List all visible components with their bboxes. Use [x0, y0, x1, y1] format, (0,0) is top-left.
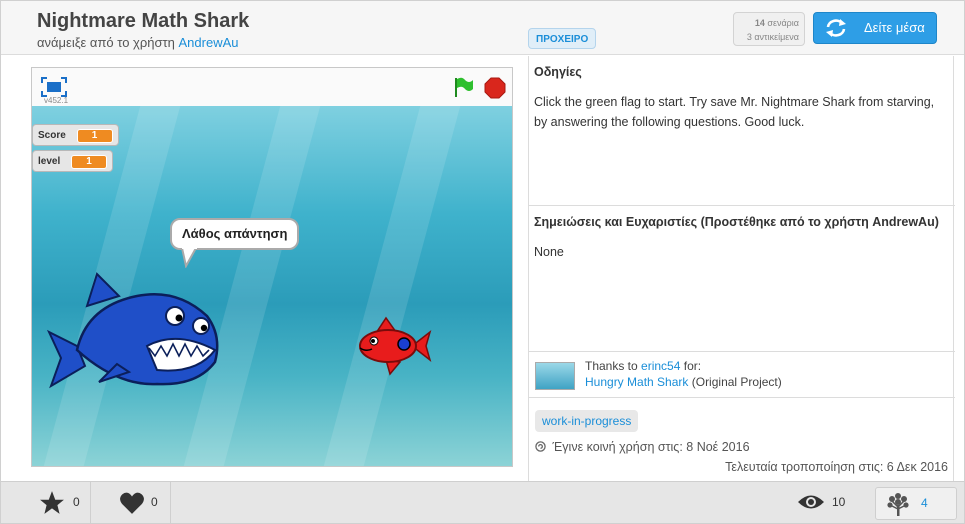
- original-project-link[interactable]: Hungry Math Shark: [585, 375, 688, 389]
- monitor-label: level: [38, 156, 61, 167]
- author-link[interactable]: AndrewAu: [179, 35, 239, 50]
- instructions-text: Click the green flag to start. Try save …: [534, 95, 935, 129]
- shared-date-text: Έγινε κοινή χρήση στις: 8 Νοέ 2016: [552, 440, 750, 454]
- light-ray: [323, 106, 461, 466]
- original-author-link[interactable]: erinc54: [641, 359, 680, 373]
- byline-prefix: ανάμειξε από το χρήστη: [37, 35, 175, 50]
- tag-work-in-progress[interactable]: work-in-progress: [535, 410, 639, 432]
- project-stats-bar: 0 0 10 4: [1, 481, 964, 524]
- notes-section: Σημειώσεις και Ευχαριστίες (Προστέθηκε α…: [529, 206, 955, 352]
- level-monitor: level 1: [32, 150, 114, 172]
- scripts-label: σενάρια: [767, 18, 799, 28]
- favorite-button[interactable]: 0: [1, 482, 91, 524]
- remix-credit: Thanks to erinc54 for: Hungry Math Shark…: [529, 352, 955, 398]
- instructions-heading: Οδηγίες: [534, 65, 582, 79]
- remix-tree-icon: [887, 493, 909, 516]
- stop-icon[interactable]: [484, 77, 506, 99]
- views-count: 10: [832, 495, 846, 509]
- project-player: v452.1 Score 1 level 1 Λάθος απάντηση: [31, 67, 513, 467]
- shared-date: Έγινε κοινή χρήση στις: 8 Νοέ 2016: [535, 440, 750, 454]
- project-stage[interactable]: Score 1 level 1 Λάθος απάντηση: [32, 106, 512, 466]
- thanks-prefix: Thanks to: [585, 359, 638, 373]
- instructions-section: Οδηγίες Click the green flag to start. T…: [529, 56, 955, 206]
- draft-badge: ΠΡΟΧΕΙΡΟ: [528, 28, 597, 49]
- sprites-count: 3 αντικείμενα: [746, 32, 799, 42]
- star-icon: [40, 491, 64, 514]
- project-byline: ανάμειξε από το χρήστη AndrewAu: [37, 35, 239, 50]
- original-project-suffix: (Original Project): [691, 375, 782, 389]
- project-header: Nightmare Math Shark ανάμειξε από το χρή…: [1, 1, 964, 55]
- remixes-button[interactable]: 4: [875, 487, 957, 520]
- notes-heading: Σημειώσεις και Ευχαριστίες (Προστέθηκε α…: [534, 215, 939, 229]
- see-inside-button[interactable]: Δείτε μέσα: [813, 12, 937, 44]
- credit-text: Thanks to erinc54 for: Hungry Math Shark…: [585, 358, 782, 390]
- thanks-for: for:: [683, 359, 702, 373]
- project-title[interactable]: Nightmare Math Shark: [37, 10, 249, 33]
- project-page: Nightmare Math Shark ανάμειξε από το χρή…: [0, 0, 965, 524]
- original-project-thumbnail[interactable]: [535, 362, 575, 390]
- shark-sprite: [47, 272, 219, 389]
- speech-bubble-tail: [180, 248, 198, 268]
- score-monitor: Score 1: [32, 124, 119, 146]
- love-button[interactable]: 0: [91, 482, 171, 524]
- modified-date: Τελευταία τροποποίηση στις: 6 Δεκ 2016: [725, 460, 948, 474]
- player-version: v452.1: [44, 96, 69, 105]
- green-flag-icon[interactable]: [452, 76, 474, 98]
- scripts-count: 14: [754, 18, 765, 28]
- remixes-count: 4: [921, 496, 928, 510]
- monitor-value: 1: [71, 155, 108, 169]
- remix-arrows-icon: [826, 19, 846, 37]
- notes-text: None: [534, 245, 564, 259]
- loves-count: 0: [151, 495, 158, 509]
- player-controls: v452.1: [32, 68, 512, 106]
- project-notes-panel: Οδηγίες Click the green flag to start. T…: [528, 56, 955, 481]
- project-counts: 14 σενάρια 3 αντικείμενα: [733, 12, 805, 46]
- monitor-label: Score: [38, 130, 66, 141]
- fullscreen-icon[interactable]: [41, 77, 67, 97]
- monitor-value: 1: [76, 129, 113, 143]
- heart-icon: [120, 492, 144, 514]
- speech-bubble: Λάθος απάντηση: [170, 218, 300, 250]
- eye-icon: [798, 495, 824, 509]
- share-icon: [535, 441, 546, 452]
- favorites-count: 0: [73, 495, 80, 509]
- see-inside-label: Δείτε μέσα: [864, 20, 925, 35]
- fish-sprite: [359, 316, 432, 376]
